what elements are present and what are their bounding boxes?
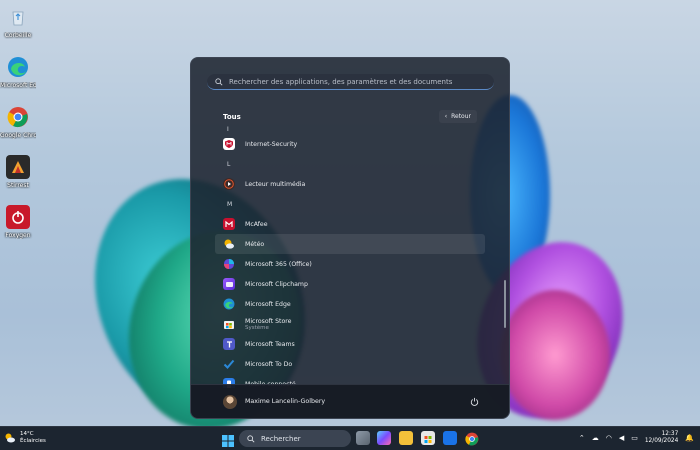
chevron-up-icon[interactable]: ⌃: [579, 434, 585, 442]
app-item-microsoft-365[interactable]: Microsoft 365 (Office): [215, 254, 485, 274]
back-button-label: Retour: [451, 113, 471, 120]
search-icon: [247, 434, 255, 443]
app-name: Microsoft To Do: [245, 360, 293, 368]
weather-widget[interactable]: 14°C Éclaircies: [4, 431, 46, 445]
mcafee-shield-icon: [223, 138, 235, 150]
app-list: I Internet-Security L Lecteur multimédia…: [215, 124, 485, 388]
app-name: Microsoft 365 (Office): [245, 260, 312, 268]
letter-header-m[interactable]: M: [215, 194, 485, 214]
all-apps-title: Tous: [223, 113, 241, 121]
task-view-icon[interactable]: [356, 431, 370, 445]
app-item-edge[interactable]: Microsoft Edge: [215, 294, 485, 314]
weather-icon: [223, 238, 235, 250]
recycle-bin-icon: [6, 5, 30, 29]
start-menu: Tous ‹ Retour I Internet-Security L Lect…: [190, 57, 510, 419]
start-button[interactable]: [222, 432, 234, 447]
app-name: Microsoft Clipchamp: [245, 280, 308, 288]
weather-temperature: 14°C: [20, 431, 34, 437]
media-player-icon: [223, 178, 235, 190]
power-button[interactable]: [469, 397, 479, 407]
desktop-icon-label: Microsoft Edge: [0, 82, 36, 89]
app-item-todo[interactable]: Microsoft To Do: [215, 354, 485, 374]
volume-icon[interactable]: ◀: [619, 434, 624, 442]
start-search-box[interactable]: [207, 74, 494, 90]
back-button[interactable]: ‹ Retour: [438, 110, 477, 123]
windows-logo-icon: [222, 435, 234, 447]
app-item-weather[interactable]: Météo: [215, 234, 485, 254]
app-subtitle: Système: [245, 324, 269, 331]
desktop-icon-label: Google Chrome: [0, 132, 36, 139]
power-icon: [470, 397, 478, 406]
store-icon: [223, 318, 235, 330]
search-input[interactable]: [223, 77, 494, 86]
app-item-clipchamp[interactable]: Microsoft Clipchamp: [215, 274, 485, 294]
desktop-icon-power-app[interactable]: Foxygen: [0, 205, 36, 239]
desktop-icon-label: Corbeille: [4, 32, 32, 39]
mcafee-icon: [223, 218, 235, 230]
clock-date: 12/09/2024: [644, 438, 679, 444]
edge-icon: [6, 55, 30, 79]
app-item-store[interactable]: Microsoft Store Système: [215, 314, 485, 334]
app-name: Microsoft Store: [245, 317, 292, 325]
battery-icon[interactable]: ▭: [631, 434, 638, 442]
taskbar-search[interactable]: Rechercher: [239, 430, 351, 447]
letter-header-i[interactable]: I: [215, 124, 485, 134]
edge-icon: [223, 298, 235, 310]
cloud-icon[interactable]: ☁: [592, 434, 599, 442]
wifi-icon[interactable]: ◠: [606, 434, 612, 442]
clock-time: 12:37: [661, 431, 679, 437]
notification-bell-icon[interactable]: 🔔: [685, 434, 694, 442]
app-name: Microsoft Teams: [245, 340, 295, 348]
letter-header-l[interactable]: L: [215, 154, 485, 174]
outlook-icon[interactable]: [443, 431, 457, 445]
desktop-icon-chrome[interactable]: Google Chrome: [0, 105, 36, 139]
chrome-icon[interactable]: [465, 431, 479, 446]
office-icon: [223, 258, 235, 270]
desktop-icon-recycle-bin[interactable]: Corbeille: [0, 5, 36, 39]
system-tray: ⌃ ☁ ◠ ◀ ▭ 12:37 12/09/2024 🔔: [579, 431, 694, 445]
app-name: Internet-Security: [245, 140, 298, 148]
store-icon[interactable]: [421, 431, 435, 445]
avatar[interactable]: [223, 394, 237, 409]
app-name: McAfee: [245, 220, 268, 228]
teams-icon: [223, 338, 235, 350]
desktop-icon-label: Foxygen: [5, 232, 31, 239]
search-icon: [215, 77, 223, 86]
app-name: Microsoft Edge: [245, 300, 291, 308]
file-explorer-icon[interactable]: [399, 431, 413, 445]
clipchamp-icon: [223, 278, 235, 290]
taskbar: 14°C Éclaircies Rechercher ⌃ ☁ ◠ ◀ ▭ 12:…: [0, 426, 700, 450]
app-item-mcafee[interactable]: McAfee: [215, 214, 485, 234]
start-menu-footer: Maxime Lancelin-Golbery: [191, 384, 509, 418]
weather-description: Éclaircies: [20, 438, 46, 444]
desktop-icon-app[interactable]: Stirrest: [0, 155, 36, 189]
app-icon: [6, 155, 30, 179]
chevron-left-icon: ‹: [444, 113, 448, 120]
app-list-scrollbar[interactable]: [504, 280, 506, 328]
app-item-media-player[interactable]: Lecteur multimédia: [215, 174, 485, 194]
app-item-internet-security[interactable]: Internet-Security: [215, 134, 485, 154]
todo-icon: [223, 358, 235, 370]
desktop-icon-label: Stirrest: [7, 182, 29, 189]
app-name: Lecteur multimédia: [245, 180, 306, 188]
chrome-icon: [6, 105, 30, 129]
copilot-icon[interactable]: [377, 431, 391, 445]
app-name: Météo: [245, 240, 265, 248]
power-app-icon: [6, 205, 30, 229]
taskbar-search-label: Rechercher: [261, 434, 301, 443]
desktop-icon-edge[interactable]: Microsoft Edge: [0, 55, 36, 89]
user-name[interactable]: Maxime Lancelin-Golbery: [245, 398, 325, 405]
weather-icon: [5, 433, 15, 443]
clock[interactable]: 12:37 12/09/2024: [645, 431, 678, 445]
app-item-teams[interactable]: Microsoft Teams: [215, 334, 485, 354]
